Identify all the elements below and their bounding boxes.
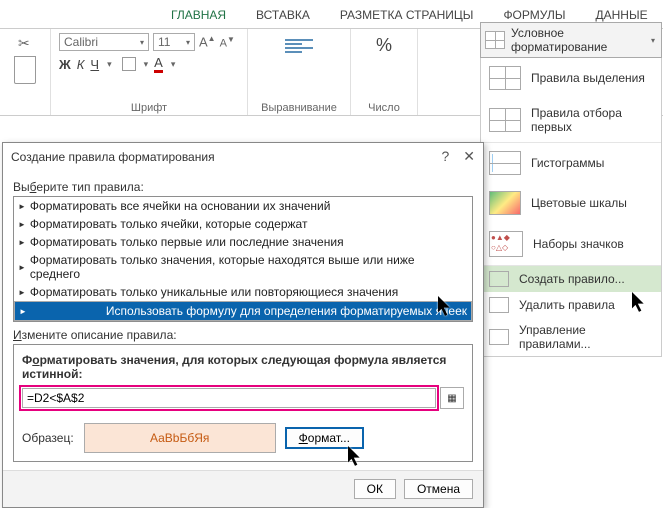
bold-button[interactable]: Ж	[59, 57, 71, 72]
font-name-select[interactable]: Calibri▾	[59, 33, 149, 51]
format-button[interactable]: Формат...	[286, 428, 363, 448]
cf-data-bars[interactable]: Гистограммы	[481, 142, 661, 183]
close-button[interactable]: ✕	[463, 148, 475, 165]
rule-type-all-cells[interactable]: Форматировать все ячейки на основании их…	[14, 197, 472, 215]
cf-icon-sets[interactable]: ●▲◆○△◇Наборы значков	[481, 223, 661, 265]
number-group-label: Число	[351, 101, 417, 115]
topbottom-icon	[489, 108, 521, 132]
rule-desc-label: Измените описание правила:	[13, 328, 473, 342]
tab-layout[interactable]: РАЗМЕТКА СТРАНИЦЫ	[334, 4, 480, 26]
align-icon[interactable]	[285, 35, 313, 57]
manage-rules-icon	[489, 329, 509, 345]
font-group-label: Шрифт	[51, 101, 247, 115]
help-button[interactable]: ?	[441, 148, 449, 165]
cf-header-icon	[485, 31, 505, 49]
rule-type-formula[interactable]: Использовать формулу для определения фор…	[14, 301, 472, 321]
sample-label: Образец:	[22, 431, 74, 445]
cf-highlight-rules[interactable]: Правила выделения	[481, 58, 661, 98]
conditional-formatting-menu: Условное форматирование▾ Правила выделен…	[480, 22, 662, 357]
shrink-font-icon[interactable]: A▼	[220, 35, 235, 50]
border-icon[interactable]	[122, 57, 136, 71]
new-rule-dialog: Создание правила форматирования ? ✕ Выбе…	[2, 142, 484, 508]
cf-clear-rules[interactable]: Удалить правила	[481, 292, 661, 318]
rule-type-average[interactable]: Форматировать только значения, которые н…	[14, 251, 472, 283]
tab-home[interactable]: ГЛАВНАЯ	[165, 4, 232, 26]
formula-input[interactable]	[22, 388, 436, 408]
italic-button[interactable]: К	[77, 57, 85, 72]
rule-type-top-bottom[interactable]: Форматировать только первые или последни…	[14, 233, 472, 251]
cancel-button[interactable]: Отмена	[404, 479, 473, 499]
iconset-icon: ●▲◆○△◇	[489, 231, 523, 257]
fontcolor-icon[interactable]: A	[154, 55, 163, 73]
format-preview: АаВbБбЯя	[84, 423, 276, 453]
formula-label: Форматировать значения, для которых след…	[22, 353, 464, 381]
cut-icon[interactable]: ✂	[18, 35, 42, 52]
cf-top-bottom-rules[interactable]: Правила отбора первых	[481, 98, 661, 142]
new-rule-icon	[489, 271, 509, 287]
paste-icon[interactable]	[14, 56, 36, 84]
underline-button[interactable]: Ч	[90, 57, 99, 72]
percent-icon[interactable]: %	[359, 35, 409, 56]
align-group-label: Выравнивание	[248, 101, 350, 115]
databar-icon	[489, 151, 521, 175]
cf-manage-rules[interactable]: Управление правилами...	[481, 318, 661, 356]
dialog-title: Создание правила форматирования	[11, 150, 215, 164]
ok-button[interactable]: ОК	[354, 479, 396, 499]
colorscale-icon	[489, 191, 521, 215]
clear-rules-icon	[489, 297, 509, 313]
rule-type-unique[interactable]: Форматировать только уникальные или повт…	[14, 283, 472, 301]
cf-color-scales[interactable]: Цветовые шкалы	[481, 183, 661, 223]
conditional-formatting-button[interactable]: Условное форматирование▾	[480, 22, 662, 58]
rule-type-list[interactable]: Форматировать все ячейки на основании их…	[13, 196, 473, 322]
range-selector-button[interactable]: ▦	[440, 387, 464, 409]
highlight-icon	[489, 66, 521, 90]
rule-type-label: Выберите тип правила:	[13, 180, 473, 194]
tab-insert[interactable]: ВСТАВКА	[250, 4, 316, 26]
rule-type-contain[interactable]: Форматировать только ячейки, которые сод…	[14, 215, 472, 233]
font-size-select[interactable]: 11▾	[153, 33, 195, 51]
cf-new-rule[interactable]: Создать правило...	[481, 265, 661, 292]
grow-font-icon[interactable]: A▲	[199, 34, 216, 49]
